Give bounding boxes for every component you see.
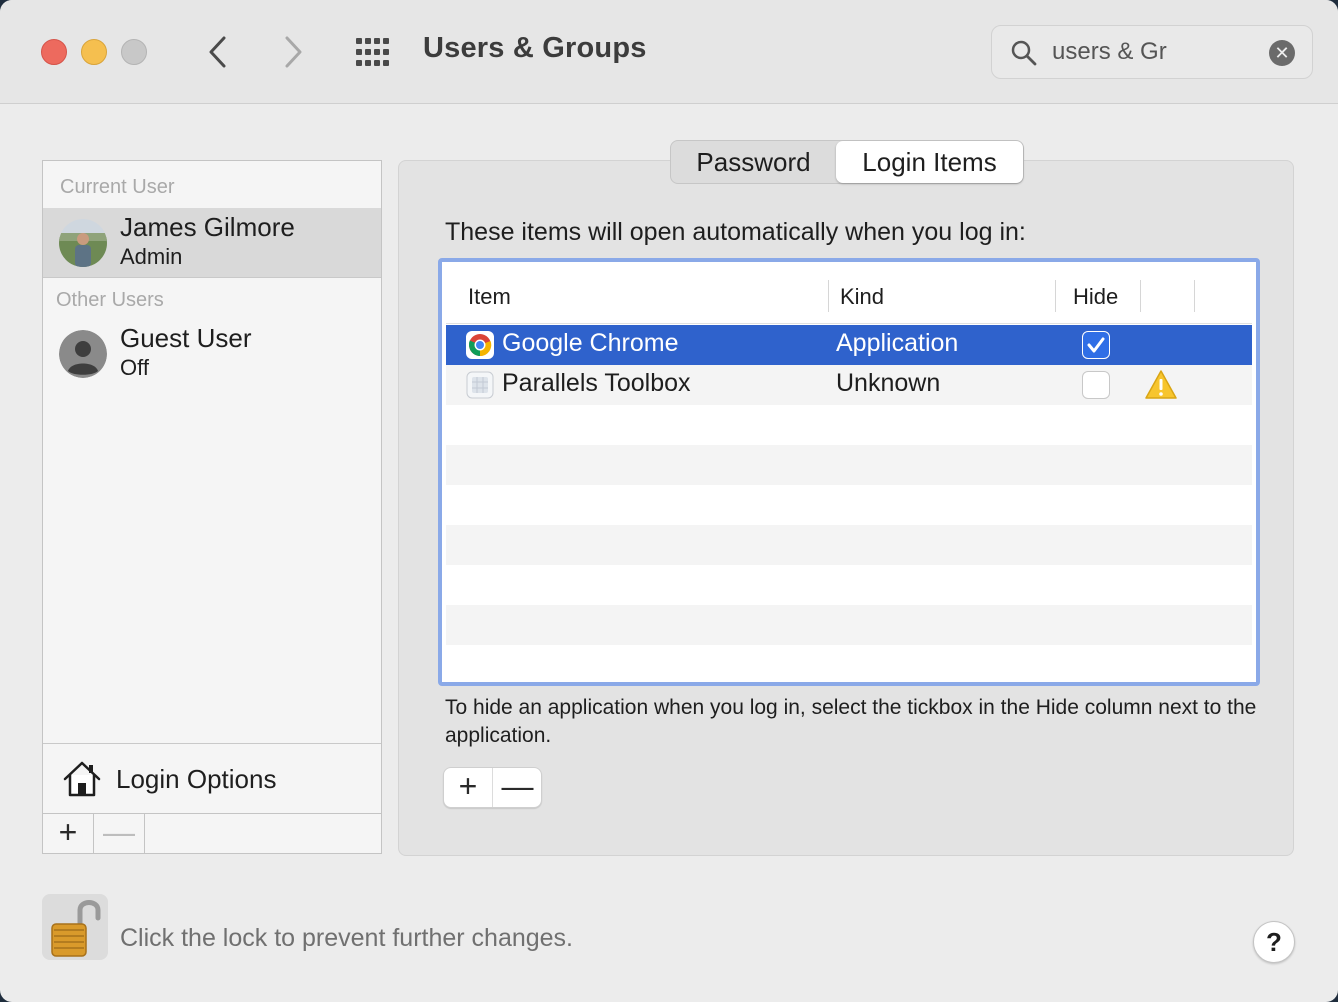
add-login-item-button[interactable]: + [444,768,493,807]
chrome-icon [466,331,494,359]
user-row-guest-user[interactable]: Guest User Off [43,319,381,389]
user-role: Admin [120,244,183,269]
column-header-item[interactable]: Item [468,284,511,310]
item-name: Google Chrome [502,329,679,357]
user-name: Guest User [120,323,252,353]
table-row [446,485,1252,525]
current-user-header: Current User [60,176,175,198]
login-items-table-frame: Item Kind Hide Google Chrome Application… [438,258,1260,686]
hide-checkbox[interactable] [1082,331,1110,359]
login-options-label: Login Options [116,764,277,794]
window-title: Users & Groups [423,32,647,64]
table-row [446,405,1252,445]
column-header-hide[interactable]: Hide [1073,284,1118,310]
lock-status-text: Click the lock to prevent further change… [120,924,574,952]
unlocked-padlock-icon [51,900,101,957]
hide-checkbox[interactable] [1082,371,1110,399]
column-divider[interactable] [1055,280,1056,312]
login-options-item[interactable]: Login Options [43,743,381,813]
item-kind: Application [836,329,959,357]
user-status: Off [120,355,149,380]
login-items-buttons: + — [443,767,542,808]
parallels-toolbox-icon [466,371,494,399]
column-divider[interactable] [1194,280,1195,312]
title-bar: Users & Groups ✕ [0,0,1338,104]
preferences-window: Users & Groups ✕ Current User J [0,0,1338,1002]
clear-search-icon[interactable]: ✕ [1269,40,1295,66]
tab-password[interactable]: Password [671,141,836,183]
forward-button[interactable] [273,30,313,74]
table-row[interactable]: Parallels Toolbox Unknown [446,365,1252,405]
minimize-window-button[interactable] [81,39,107,65]
login-items-table[interactable]: Item Kind Hide Google Chrome Application… [446,266,1252,678]
zoom-window-button[interactable] [121,39,147,65]
user-name: James Gilmore [120,212,295,242]
users-list-buttons: + — [43,813,381,853]
hide-hint-text: To hide an application when you log in, … [445,696,1257,747]
user-avatar [59,219,107,267]
column-header-kind[interactable]: Kind [840,284,884,310]
other-users-header: Other Users [56,289,164,311]
users-list: Current User James Gilmore Admin Other U… [42,160,382,854]
search-input[interactable] [1052,36,1257,68]
help-button[interactable]: ? [1253,921,1295,963]
table-row [446,445,1252,485]
table-header: Item Kind Hide [446,266,1252,324]
tab-bar: Password Login Items [670,140,1024,184]
search-field[interactable]: ✕ [991,25,1313,79]
warning-icon[interactable] [1144,369,1178,401]
tab-login-items[interactable]: Login Items [836,141,1023,183]
login-items-intro: These items will open automatically when… [445,218,1026,246]
house-icon [63,761,101,797]
search-icon [1011,40,1037,66]
item-name: Parallels Toolbox [502,369,691,397]
chevron-left-icon [209,36,226,68]
lock-button[interactable] [42,894,108,960]
chevron-right-icon [285,36,302,68]
back-button[interactable] [199,30,239,74]
column-divider[interactable] [1140,280,1141,312]
grid-icon [356,38,389,66]
checkmark-icon [1087,337,1105,353]
table-row[interactable]: Google Chrome Application [446,325,1252,365]
close-window-button[interactable] [41,39,67,65]
remove-user-button[interactable]: — [94,814,145,853]
user-row-james-gilmore[interactable]: James Gilmore Admin [43,208,381,278]
show-all-button[interactable] [354,37,394,67]
table-row [446,525,1252,565]
table-row [446,605,1252,645]
remove-login-item-button[interactable]: — [493,768,542,807]
table-row [446,645,1252,678]
add-user-button[interactable]: + [43,814,94,853]
column-divider[interactable] [828,280,829,312]
table-row [446,565,1252,605]
guest-avatar-icon [59,330,107,378]
item-kind: Unknown [836,369,941,397]
